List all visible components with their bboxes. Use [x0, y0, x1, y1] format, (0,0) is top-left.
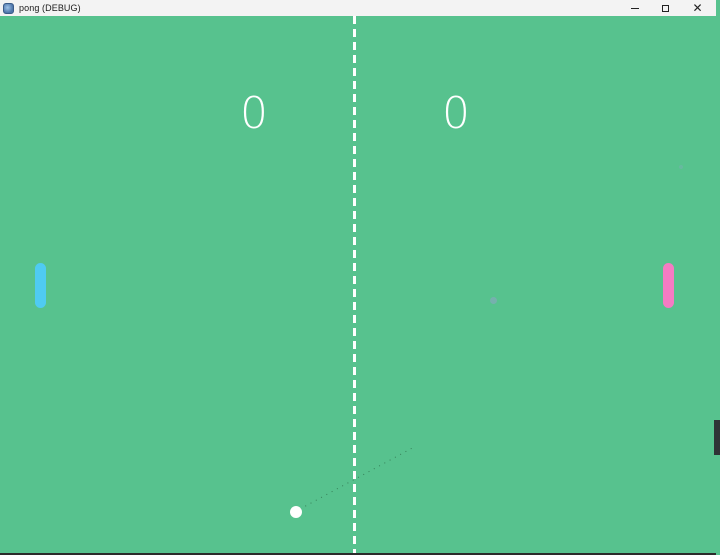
maximize-icon — [662, 4, 669, 12]
minimize-button[interactable] — [618, 0, 651, 16]
close-button[interactable]: ✕ — [681, 0, 714, 16]
minimize-icon — [630, 7, 639, 9]
background-window-edge — [716, 0, 720, 555]
paddle-right — [663, 263, 674, 308]
game-window: pong (DEBUG) ✕ 0 0 — [0, 0, 716, 553]
close-icon: ✕ — [692, 1, 703, 15]
ball — [290, 506, 302, 518]
center-net — [353, 16, 356, 553]
score-right: 0 — [442, 88, 470, 139]
ball-trail — [299, 445, 417, 510]
app-icon — [3, 2, 14, 14]
paddle-left — [35, 263, 46, 308]
particle — [679, 165, 683, 169]
game-canvas[interactable]: 0 0 — [0, 16, 716, 553]
background-window-edge-dark — [714, 420, 720, 455]
maximize-button[interactable] — [649, 0, 682, 16]
window-title: pong (DEBUG) — [19, 3, 81, 13]
score-left: 0 — [240, 88, 268, 139]
particle — [490, 297, 497, 304]
title-bar[interactable]: pong (DEBUG) ✕ — [0, 0, 716, 16]
